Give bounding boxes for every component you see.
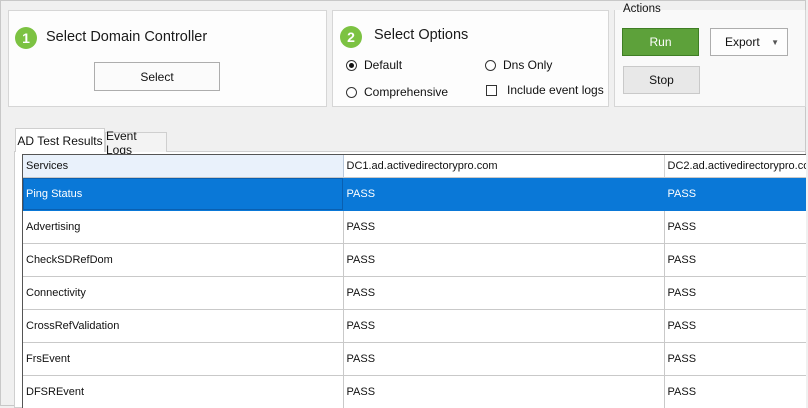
cell-dc2: PASS bbox=[664, 342, 806, 376]
cell-dc2: PASS bbox=[664, 243, 806, 277]
table-row[interactable]: Ping Status PASS PASS bbox=[23, 177, 806, 211]
select-dc-button[interactable]: Select bbox=[94, 62, 220, 91]
table-row[interactable]: Advertising PASS PASS bbox=[23, 210, 806, 244]
cell-service: Ping Status bbox=[23, 177, 344, 211]
run-button[interactable]: Run bbox=[622, 28, 699, 56]
option-default[interactable]: Default bbox=[346, 58, 402, 72]
option-dns-only-label: Dns Only bbox=[503, 58, 553, 72]
option-include-event-logs[interactable]: Include event logs bbox=[486, 83, 604, 97]
column-header-dc2[interactable]: DC2.ad.activedirectorypro.com bbox=[664, 155, 806, 178]
cell-dc2: PASS bbox=[664, 375, 806, 408]
option-comprehensive-label: Comprehensive bbox=[364, 85, 449, 99]
results-grid[interactable]: Services DC1.ad.activedirectorypro.com D… bbox=[22, 154, 806, 408]
cell-dc2: PASS bbox=[664, 210, 806, 244]
column-header-dc1[interactable]: DC1.ad.activedirectorypro.com bbox=[343, 155, 665, 178]
option-comprehensive[interactable]: Comprehensive bbox=[346, 85, 448, 99]
table-row[interactable]: FrsEvent PASS PASS bbox=[23, 342, 806, 376]
cell-service: Connectivity bbox=[23, 276, 344, 310]
table-row[interactable]: DFSREvent PASS PASS bbox=[23, 375, 806, 408]
step-1-badge: 1 bbox=[15, 27, 37, 49]
table-row[interactable]: CrossRefValidation PASS PASS bbox=[23, 309, 806, 343]
table-header-row: Services DC1.ad.activedirectorypro.com D… bbox=[23, 155, 806, 178]
tab-ad-test-results[interactable]: AD Test Results bbox=[15, 128, 105, 152]
table-row[interactable]: Connectivity PASS PASS bbox=[23, 276, 806, 310]
cell-dc1: PASS bbox=[343, 210, 665, 244]
radio-comprehensive[interactable] bbox=[346, 86, 357, 98]
stop-button[interactable]: Stop bbox=[623, 66, 700, 94]
step-1-title: Select Domain Controller bbox=[46, 29, 208, 45]
export-dropdown[interactable]: Export ▼ bbox=[710, 28, 788, 56]
cell-dc1: PASS bbox=[343, 177, 665, 211]
cell-dc1: PASS bbox=[343, 342, 665, 376]
domain-controller-panel bbox=[8, 10, 327, 107]
column-header-services[interactable]: Services bbox=[23, 155, 344, 178]
cell-dc1: PASS bbox=[343, 243, 665, 277]
actions-group-label: Actions bbox=[623, 3, 661, 15]
step-2-badge: 2 bbox=[340, 26, 362, 48]
export-label: Export bbox=[725, 35, 760, 49]
option-include-event-logs-label: Include event logs bbox=[507, 83, 604, 97]
tab-event-logs[interactable]: Event Logs bbox=[105, 129, 167, 157]
cell-service: FrsEvent bbox=[23, 342, 344, 376]
cell-dc1: PASS bbox=[343, 309, 665, 343]
results-table: Services DC1.ad.activedirectorypro.com D… bbox=[23, 155, 806, 408]
chevron-down-icon: ▼ bbox=[771, 38, 779, 47]
option-dns-only[interactable]: Dns Only bbox=[485, 58, 552, 72]
cell-service: CrossRefValidation bbox=[23, 309, 344, 343]
cell-dc1: PASS bbox=[343, 276, 665, 310]
cell-service: CheckSDRefDom bbox=[23, 243, 344, 277]
radio-default[interactable] bbox=[346, 59, 357, 71]
cell-service: DFSREvent bbox=[23, 375, 344, 408]
table-row[interactable]: CheckSDRefDom PASS PASS bbox=[23, 243, 806, 277]
cell-service: Advertising bbox=[23, 210, 344, 244]
checkbox-include-event-logs[interactable] bbox=[486, 84, 497, 96]
option-default-label: Default bbox=[364, 58, 403, 72]
cell-dc2: PASS bbox=[664, 309, 806, 343]
radio-dns-only[interactable] bbox=[485, 59, 496, 71]
cell-dc2: PASS bbox=[664, 177, 806, 211]
cell-dc1: PASS bbox=[343, 375, 665, 408]
step-2-title: Select Options bbox=[374, 27, 469, 43]
cell-dc2: PASS bbox=[664, 276, 806, 310]
